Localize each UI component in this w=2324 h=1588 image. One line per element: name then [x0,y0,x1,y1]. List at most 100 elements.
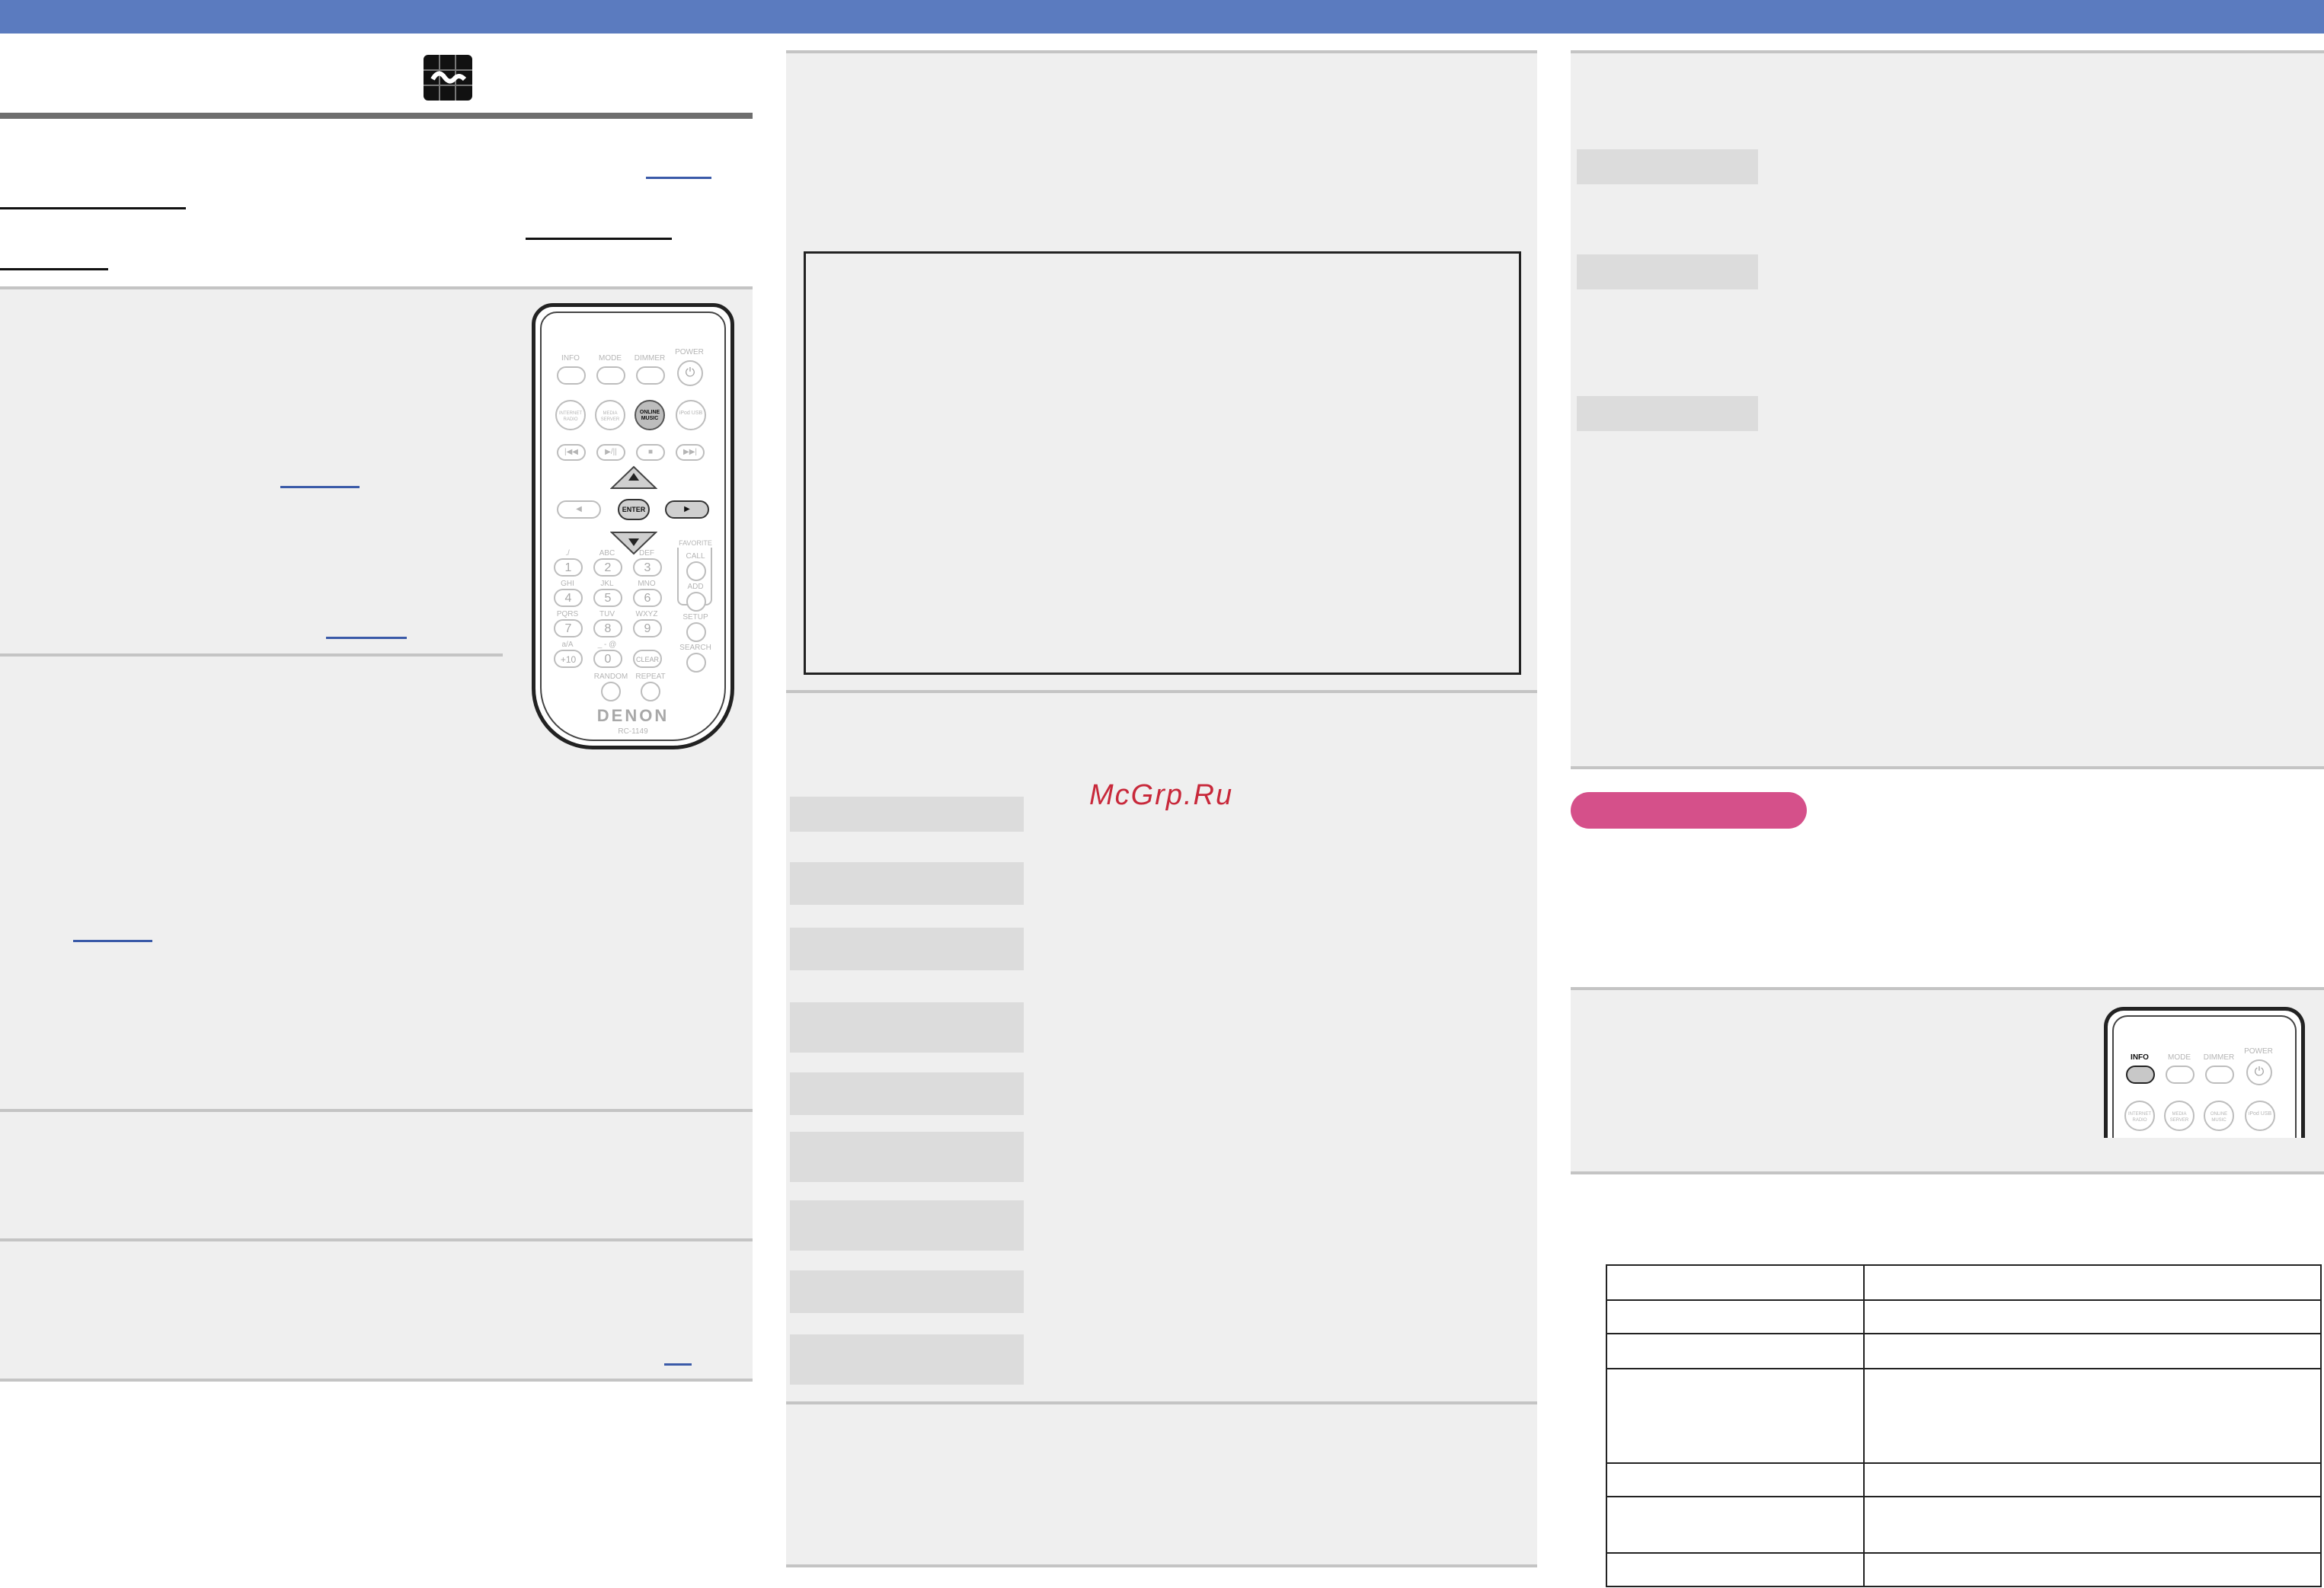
mode-button[interactable] [596,366,625,385]
key-1-button[interactable]: 1 [554,558,583,577]
key-8-button[interactable]: 8 [593,619,622,637]
table-cell [1863,1462,2322,1497]
intro-link-2a[interactable] [526,238,672,240]
key-6-button[interactable]: 6 [633,589,662,607]
info-button[interactable] [2126,1066,2155,1084]
dimmer-button[interactable] [2205,1066,2234,1084]
menu-item-2[interactable] [790,862,1024,905]
table-cell [1863,1496,2322,1554]
key-7-label: 7 [564,622,572,635]
skip-back-icon: |◀◀ [564,448,578,456]
key-3-button[interactable]: 3 [633,558,662,577]
online-music-button[interactable]: ONLINE MUSIC [2204,1101,2234,1131]
info-table [1606,1264,2322,1587]
section-rule [0,1379,753,1382]
lastfm-logo-icon [424,55,472,101]
key-8-label: 8 [604,622,612,635]
key-0-label: 0 [604,653,612,666]
section-badge [1571,792,1807,829]
online-music-button[interactable]: ONLINE MUSIC [635,400,665,430]
intro-link-1b[interactable] [0,207,186,209]
skip-forward-button[interactable]: ▶▶| [676,444,705,461]
cursor-left-button[interactable]: ◀ [557,500,601,519]
cursor-left-icon: ◀ [576,505,582,513]
random-button[interactable] [601,682,621,701]
key-4-button[interactable]: 4 [554,589,583,607]
option-item-3[interactable] [1577,396,1758,431]
menu-item-6[interactable] [790,1132,1024,1182]
ipod-usb-button[interactable]: iPod USB [676,400,706,430]
intro-link-1a[interactable] [646,177,711,179]
random-label: RANDOM [593,673,628,681]
menu-item-9[interactable] [790,1334,1024,1385]
table-row [1606,1496,2322,1554]
section-rule [1571,766,2324,769]
key-7-button[interactable]: 7 [554,619,583,637]
note-link[interactable] [664,1363,692,1366]
enter-button[interactable]: ENTER [618,499,650,520]
key-2-button[interactable]: 2 [593,558,622,577]
menu-item-1[interactable] [790,797,1024,832]
repeat-button[interactable] [641,682,660,701]
call-button[interactable] [686,561,706,581]
media-server-button[interactable]: MEDIA SERVER [2164,1101,2195,1131]
add-button[interactable] [686,592,706,612]
skip-forward-icon: ▶▶| [683,448,697,456]
option-item-2[interactable] [1577,254,1758,289]
dimmer-button[interactable] [636,366,665,385]
media-server-button[interactable]: MEDIA SERVER [595,400,625,430]
step-divider [0,653,503,657]
remote-control: INFO MODE DIMMER POWER ⏻ INTERNET RADIO … [532,303,734,749]
step-link-2[interactable] [326,637,407,639]
option-item-1[interactable] [1577,149,1758,184]
key-4-label: 4 [564,592,572,605]
menu-item-5[interactable] [790,1072,1024,1115]
key-2-sub: ABC [599,549,615,558]
table-cell [1606,1264,1865,1301]
search-label: SEARCH [679,644,711,652]
internet-radio-button[interactable]: INTERNET RADIO [555,400,586,430]
repeat-label: REPEAT [635,673,666,681]
menu-item-3[interactable] [790,928,1024,970]
cursor-up-button[interactable] [610,465,657,491]
key-5-button[interactable]: 5 [593,589,622,607]
note-panel-1 [0,1112,753,1238]
setup-button[interactable] [686,622,706,642]
step-link-3[interactable] [73,940,152,942]
power-button[interactable]: ⏻ [2246,1059,2272,1085]
key-0-button[interactable]: 0 [593,650,622,668]
stop-icon: ■ [647,448,654,456]
cursor-right-button[interactable]: ▶ [665,500,709,519]
mode-button[interactable] [2166,1066,2195,1084]
remote-control-detail: INFO MODE DIMMER POWER ⏻ INTERNET RADIO … [2104,1007,2305,1138]
clear-button[interactable]: CLEAR [633,650,662,668]
key-1-label: 1 [564,561,572,574]
ipod-usb-button[interactable]: iPod USB [2245,1101,2275,1131]
menu-item-8[interactable] [790,1270,1024,1313]
skip-back-button[interactable]: |◀◀ [557,444,586,461]
table-cell [1863,1368,2322,1464]
menu-item-7[interactable] [790,1200,1024,1251]
step-link-1[interactable] [280,486,360,488]
brand-logo: DENON [596,706,670,725]
internet-radio-label: INTERNET RADIO [559,411,582,422]
play-pause-button[interactable]: ▶/|| [596,444,625,461]
key-plus10-sub: a/A [561,641,574,649]
stop-button[interactable]: ■ [636,444,665,461]
table-cell [1863,1264,2322,1301]
key-9-button[interactable]: 9 [633,619,662,637]
note-panel-2 [0,1241,753,1379]
key-5-sub: JKL [600,580,614,588]
power-button[interactable]: ⏻ [677,360,703,386]
table-cell [1863,1299,2322,1334]
search-button[interactable] [686,653,706,673]
table-cell [1863,1333,2322,1369]
key-plus10-button[interactable]: +10 [554,650,583,668]
menu-item-4[interactable] [790,1002,1024,1053]
info-button[interactable] [557,366,586,385]
mode-label: MODE [2168,1053,2191,1062]
ipod-usb-label: iPod USB [679,411,703,416]
internet-radio-button[interactable]: INTERNET RADIO [2124,1101,2155,1131]
intro-link-2b[interactable] [0,268,108,270]
setup-label: SETUP [682,613,708,621]
